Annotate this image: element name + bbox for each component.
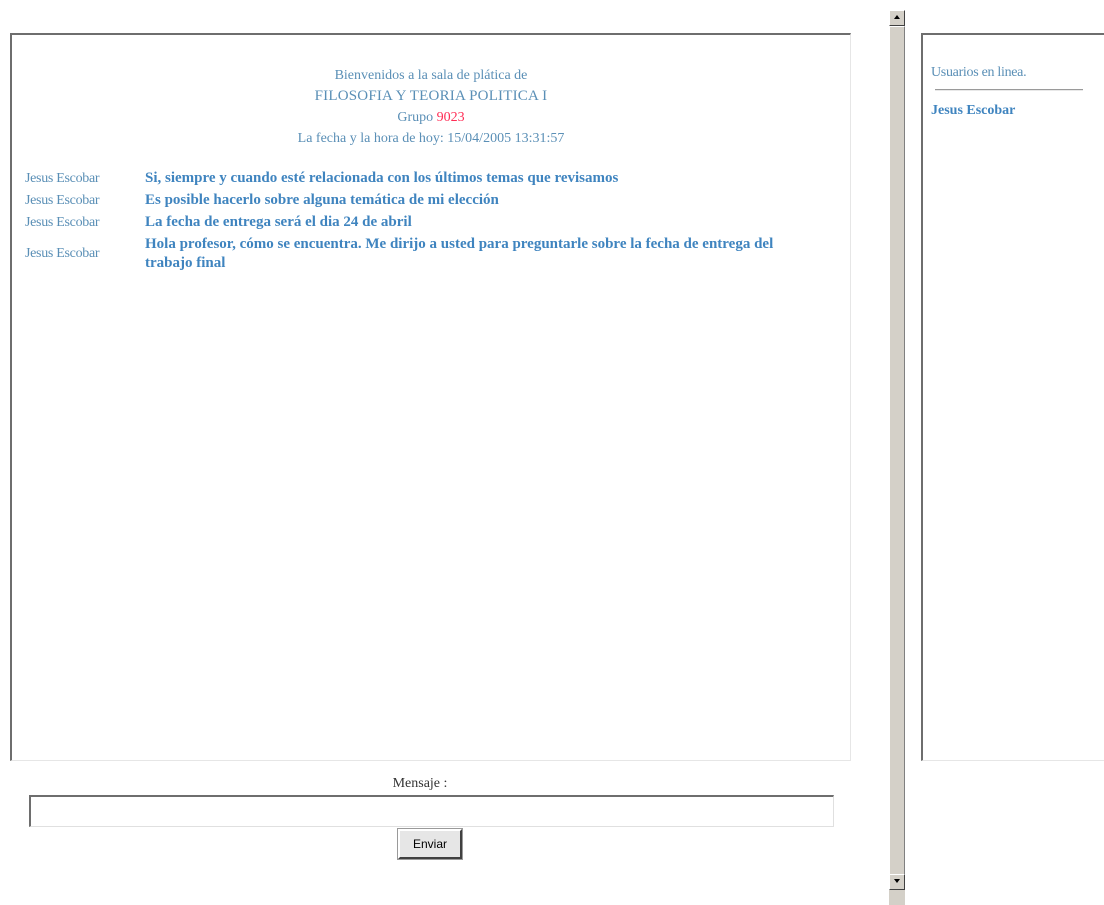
triangle-down-icon — [894, 879, 900, 883]
vertical-scrollbar[interactable] — [889, 10, 905, 905]
group-line: Grupo 9023 — [12, 107, 850, 128]
date-line: La fecha y la hora de hoy: 15/04/2005 13… — [297, 131, 565, 146]
message-author: Jesus Escobar — [25, 246, 100, 261]
scroll-thumb[interactable] — [889, 26, 905, 884]
chat-panel: Bienvenidos a la sala de plática de FILO… — [10, 33, 851, 761]
message-author: Jesus Escobar — [25, 170, 100, 186]
online-users-panel: Usuarios en linea. Jesus Escobar — [921, 33, 1104, 761]
message-text: La fecha de entrega será el dia 24 de ab… — [145, 214, 412, 230]
divider — [935, 89, 1083, 91]
course-title: FILOSOFIA Y TEORIA POLITICA I — [314, 88, 548, 104]
send-button[interactable]: Enviar — [397, 828, 463, 860]
message-input[interactable] — [29, 795, 834, 827]
message-row: Jesus Escobar Es posible hacerlo sobre a… — [25, 191, 830, 210]
message-author: Jesus Escobar — [25, 214, 100, 230]
message-row: Jesus Escobar Hola profesor, cómo se enc… — [25, 235, 830, 273]
message-text: Es posible hacerlo sobre alguna temática… — [145, 192, 499, 208]
welcome-header: Bienvenidos a la sala de plática de FILO… — [12, 65, 850, 149]
online-user: Jesus Escobar — [931, 103, 1016, 118]
message-text: Si, siempre y cuando esté relacionada co… — [145, 170, 619, 186]
online-users-title: Usuarios en linea. — [931, 65, 1027, 80]
message-text: Hola profesor, cómo se encuentra. Me dir… — [145, 236, 774, 271]
message-list: Jesus Escobar Si, siempre y cuando esté … — [12, 169, 850, 273]
group-label: Grupo — [397, 110, 434, 125]
chat-page: Bienvenidos a la sala de plática de FILO… — [0, 0, 1104, 905]
welcome-line: Bienvenidos a la sala de plática de — [334, 68, 528, 83]
message-author: Jesus Escobar — [25, 192, 100, 208]
message-label: Mensaje : — [392, 776, 448, 791]
scroll-up-button[interactable] — [889, 10, 905, 26]
triangle-up-icon — [894, 15, 900, 19]
scroll-down-button[interactable] — [889, 874, 905, 890]
group-number: 9023 — [436, 110, 465, 125]
message-row: Jesus Escobar Si, siempre y cuando esté … — [25, 169, 830, 188]
message-row: Jesus Escobar La fecha de entrega será e… — [25, 213, 830, 232]
